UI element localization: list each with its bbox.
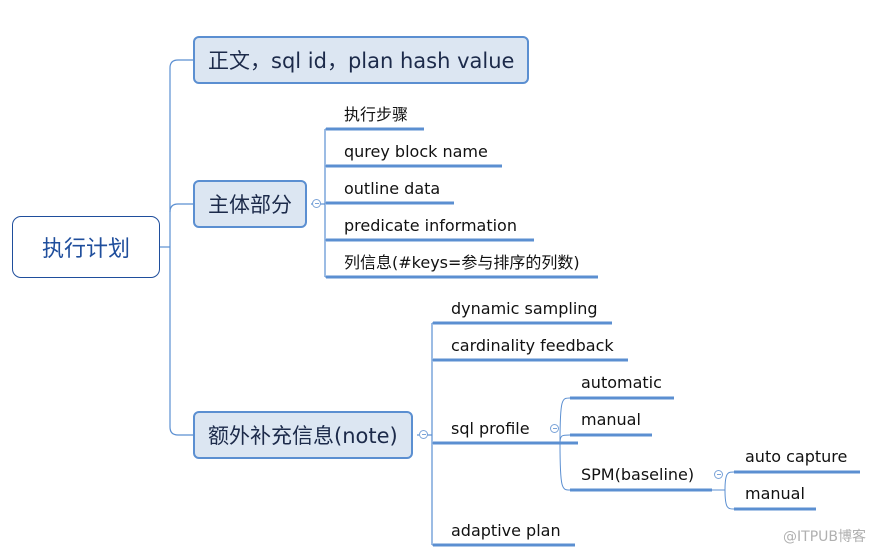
branch-note[interactable]: 额外补充信息(note)	[193, 411, 413, 459]
branch-summary-label: 正文，sql id，plan hash value	[208, 49, 515, 73]
branch-body[interactable]: 主体部分	[193, 180, 307, 228]
topic-label: auto capture	[745, 447, 848, 466]
topic-predicate-information[interactable]: predicate information	[344, 216, 517, 236]
collapse-toggle-icon[interactable]	[419, 430, 428, 439]
collapse-toggle-icon[interactable]	[312, 199, 321, 208]
root-label: 执行计划	[41, 237, 130, 262]
topic-label: qurey block name	[344, 142, 488, 161]
topic-label: sql profile	[451, 419, 530, 438]
topic-dynamic-sampling[interactable]: dynamic sampling	[451, 299, 598, 319]
topic-outline-data[interactable]: outline data	[344, 179, 440, 199]
topic-label: automatic	[581, 373, 662, 392]
topic-automatic[interactable]: automatic	[581, 373, 662, 393]
spm-curve	[724, 489, 735, 510]
topic-spm-manual[interactable]: manual	[745, 484, 805, 504]
topic-sql-profile[interactable]: sql profile	[451, 419, 530, 439]
topic-label: cardinality feedback	[451, 336, 614, 355]
topic-query-block-name[interactable]: qurey block name	[344, 142, 488, 162]
topic-cardinality-feedback[interactable]: cardinality feedback	[451, 336, 614, 356]
branch-body-label: 主体部分	[208, 193, 292, 217]
topic-label: outline data	[344, 179, 441, 198]
collapse-toggle-icon[interactable]	[714, 470, 723, 479]
sqlprofile-curve	[559, 397, 571, 444]
topic-label: 执行步骤	[344, 105, 409, 124]
root-node[interactable]: 执行计划	[12, 216, 160, 278]
topic-label: dynamic sampling	[451, 299, 598, 318]
topic-adaptive-plan[interactable]: adaptive plan	[451, 521, 561, 541]
topic-label: predicate information	[344, 216, 517, 235]
topic-label: SPM(baseline)	[581, 465, 695, 484]
topic-column-info[interactable]: 列信息(#keys=参与排序的列数)	[344, 253, 580, 273]
topic-exec-steps[interactable]: 执行步骤	[344, 105, 408, 125]
watermark: @ITPUB博客	[783, 529, 866, 545]
topic-label: manual	[745, 484, 805, 503]
topic-auto-capture[interactable]: auto capture	[745, 447, 847, 467]
sqlprofile-curve	[559, 434, 571, 444]
topic-spm-baseline[interactable]: SPM(baseline)	[581, 465, 694, 485]
topic-label: manual	[581, 410, 641, 429]
branch-summary[interactable]: 正文，sql id，plan hash value	[193, 36, 530, 84]
topic-manual[interactable]: manual	[581, 410, 641, 430]
root-branch-connector	[169, 59, 193, 436]
spm-curve	[724, 471, 735, 491]
collapse-toggle-icon[interactable]	[550, 424, 559, 433]
sqlprofile-curve	[559, 442, 571, 491]
topic-label: adaptive plan	[451, 521, 561, 540]
branch-note-label: 额外补充信息(note)	[208, 424, 398, 448]
root-branch-connector	[169, 203, 193, 213]
topic-label: 列信息(#keys=参与排序的列数)	[344, 253, 580, 272]
